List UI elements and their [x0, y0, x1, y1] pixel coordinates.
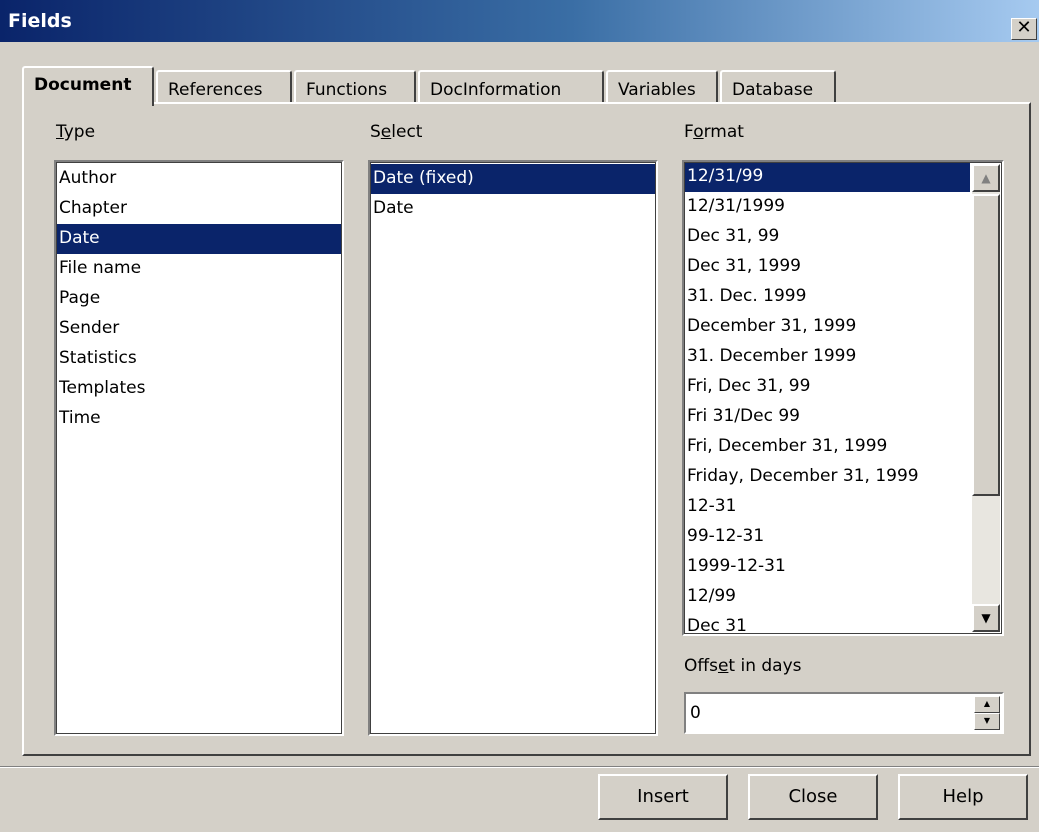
type-list-item[interactable]: Time [56, 404, 342, 434]
format-list-item[interactable]: Dec 31, 99 [684, 222, 970, 252]
format-list-item[interactable]: 12/99 [684, 582, 970, 612]
window-title: Fields [8, 10, 72, 32]
scroll-thumb[interactable] [972, 194, 1000, 496]
title-bar: Fields ✕ [0, 0, 1039, 44]
close-button[interactable]: Close [748, 774, 878, 820]
scroll-up-button[interactable]: ▲ [972, 164, 1000, 192]
select-list[interactable]: Date (fixed) Date [368, 160, 658, 736]
format-list-item[interactable]: 31. December 1999 [684, 342, 970, 372]
type-list-item[interactable]: File name [56, 254, 342, 284]
format-list-item[interactable]: Fri, December 31, 1999 [684, 432, 970, 462]
type-list-item[interactable]: Date [56, 224, 342, 254]
type-list-item[interactable]: Sender [56, 314, 342, 344]
tab-variables[interactable]: Variables [606, 70, 718, 104]
tab-document[interactable]: Document [22, 66, 154, 106]
help-button[interactable]: Help [898, 774, 1028, 820]
format-list-item[interactable]: Dec 31 [684, 612, 970, 634]
arrow-down-icon: ▼ [983, 716, 991, 725]
tab-docinformation[interactable]: DocInformation [418, 70, 604, 104]
type-label: Type [56, 122, 96, 142]
button-separator [0, 766, 1039, 768]
format-list-item[interactable]: 31. Dec. 1999 [684, 282, 970, 312]
format-list[interactable]: 12/31/99 12/31/1999 Dec 31, 99 Dec 31, 1999… [682, 160, 1004, 636]
format-scrollbar[interactable]: ▲ ▼ [972, 164, 1000, 632]
format-list-item[interactable]: 99-12-31 [684, 522, 970, 552]
close-icon: ✕ [1016, 17, 1032, 38]
arrow-down-icon: ▼ [981, 611, 991, 625]
type-list[interactable]: Author Chapter Date File name Page Sender Stat… [54, 160, 344, 736]
offset-label: Offset in days [684, 656, 802, 676]
offset-spinner[interactable]: ▲ ▼ [974, 696, 1000, 730]
format-list-item[interactable]: 12-31 [684, 492, 970, 522]
format-list-item[interactable]: Fri, Dec 31, 99 [684, 372, 970, 402]
type-list-item[interactable]: Templates [56, 374, 342, 404]
tab-functions[interactable]: Functions [294, 70, 416, 104]
type-list-item[interactable]: Author [56, 164, 342, 194]
type-list-item[interactable]: Statistics [56, 344, 342, 374]
spin-up-button[interactable]: ▲ [974, 696, 1000, 713]
format-list-item[interactable]: 12/31/1999 [684, 192, 970, 222]
format-list-item[interactable]: Friday, December 31, 1999 [684, 462, 970, 492]
offset-days-value[interactable]: 0 [690, 703, 701, 723]
select-list-item[interactable]: Date [370, 194, 656, 224]
format-label: Format [684, 122, 744, 142]
format-list-item[interactable]: December 31, 1999 [684, 312, 970, 342]
type-list-item[interactable]: Chapter [56, 194, 342, 224]
spin-down-button[interactable]: ▼ [974, 713, 1000, 730]
tab-database[interactable]: Database [720, 70, 836, 104]
arrow-up-icon: ▲ [981, 171, 991, 185]
tab-references[interactable]: References [156, 70, 292, 104]
format-list-item[interactable]: 1999-12-31 [684, 552, 970, 582]
close-window-button[interactable]: ✕ [1011, 18, 1037, 40]
type-list-item[interactable]: Page [56, 284, 342, 314]
insert-button[interactable]: Insert [598, 774, 728, 820]
offset-days-field[interactable]: 0 ▲ ▼ [684, 692, 1004, 734]
select-list-item[interactable]: Date (fixed) [370, 164, 656, 194]
format-list-item[interactable]: Fri 31/Dec 99 [684, 402, 970, 432]
format-list-item[interactable]: 12/31/99 [684, 162, 970, 192]
arrow-up-icon: ▲ [983, 699, 991, 708]
format-list-item[interactable]: Dec 31, 1999 [684, 252, 970, 282]
select-label: Select [370, 122, 423, 142]
scroll-down-button[interactable]: ▼ [972, 604, 1000, 632]
